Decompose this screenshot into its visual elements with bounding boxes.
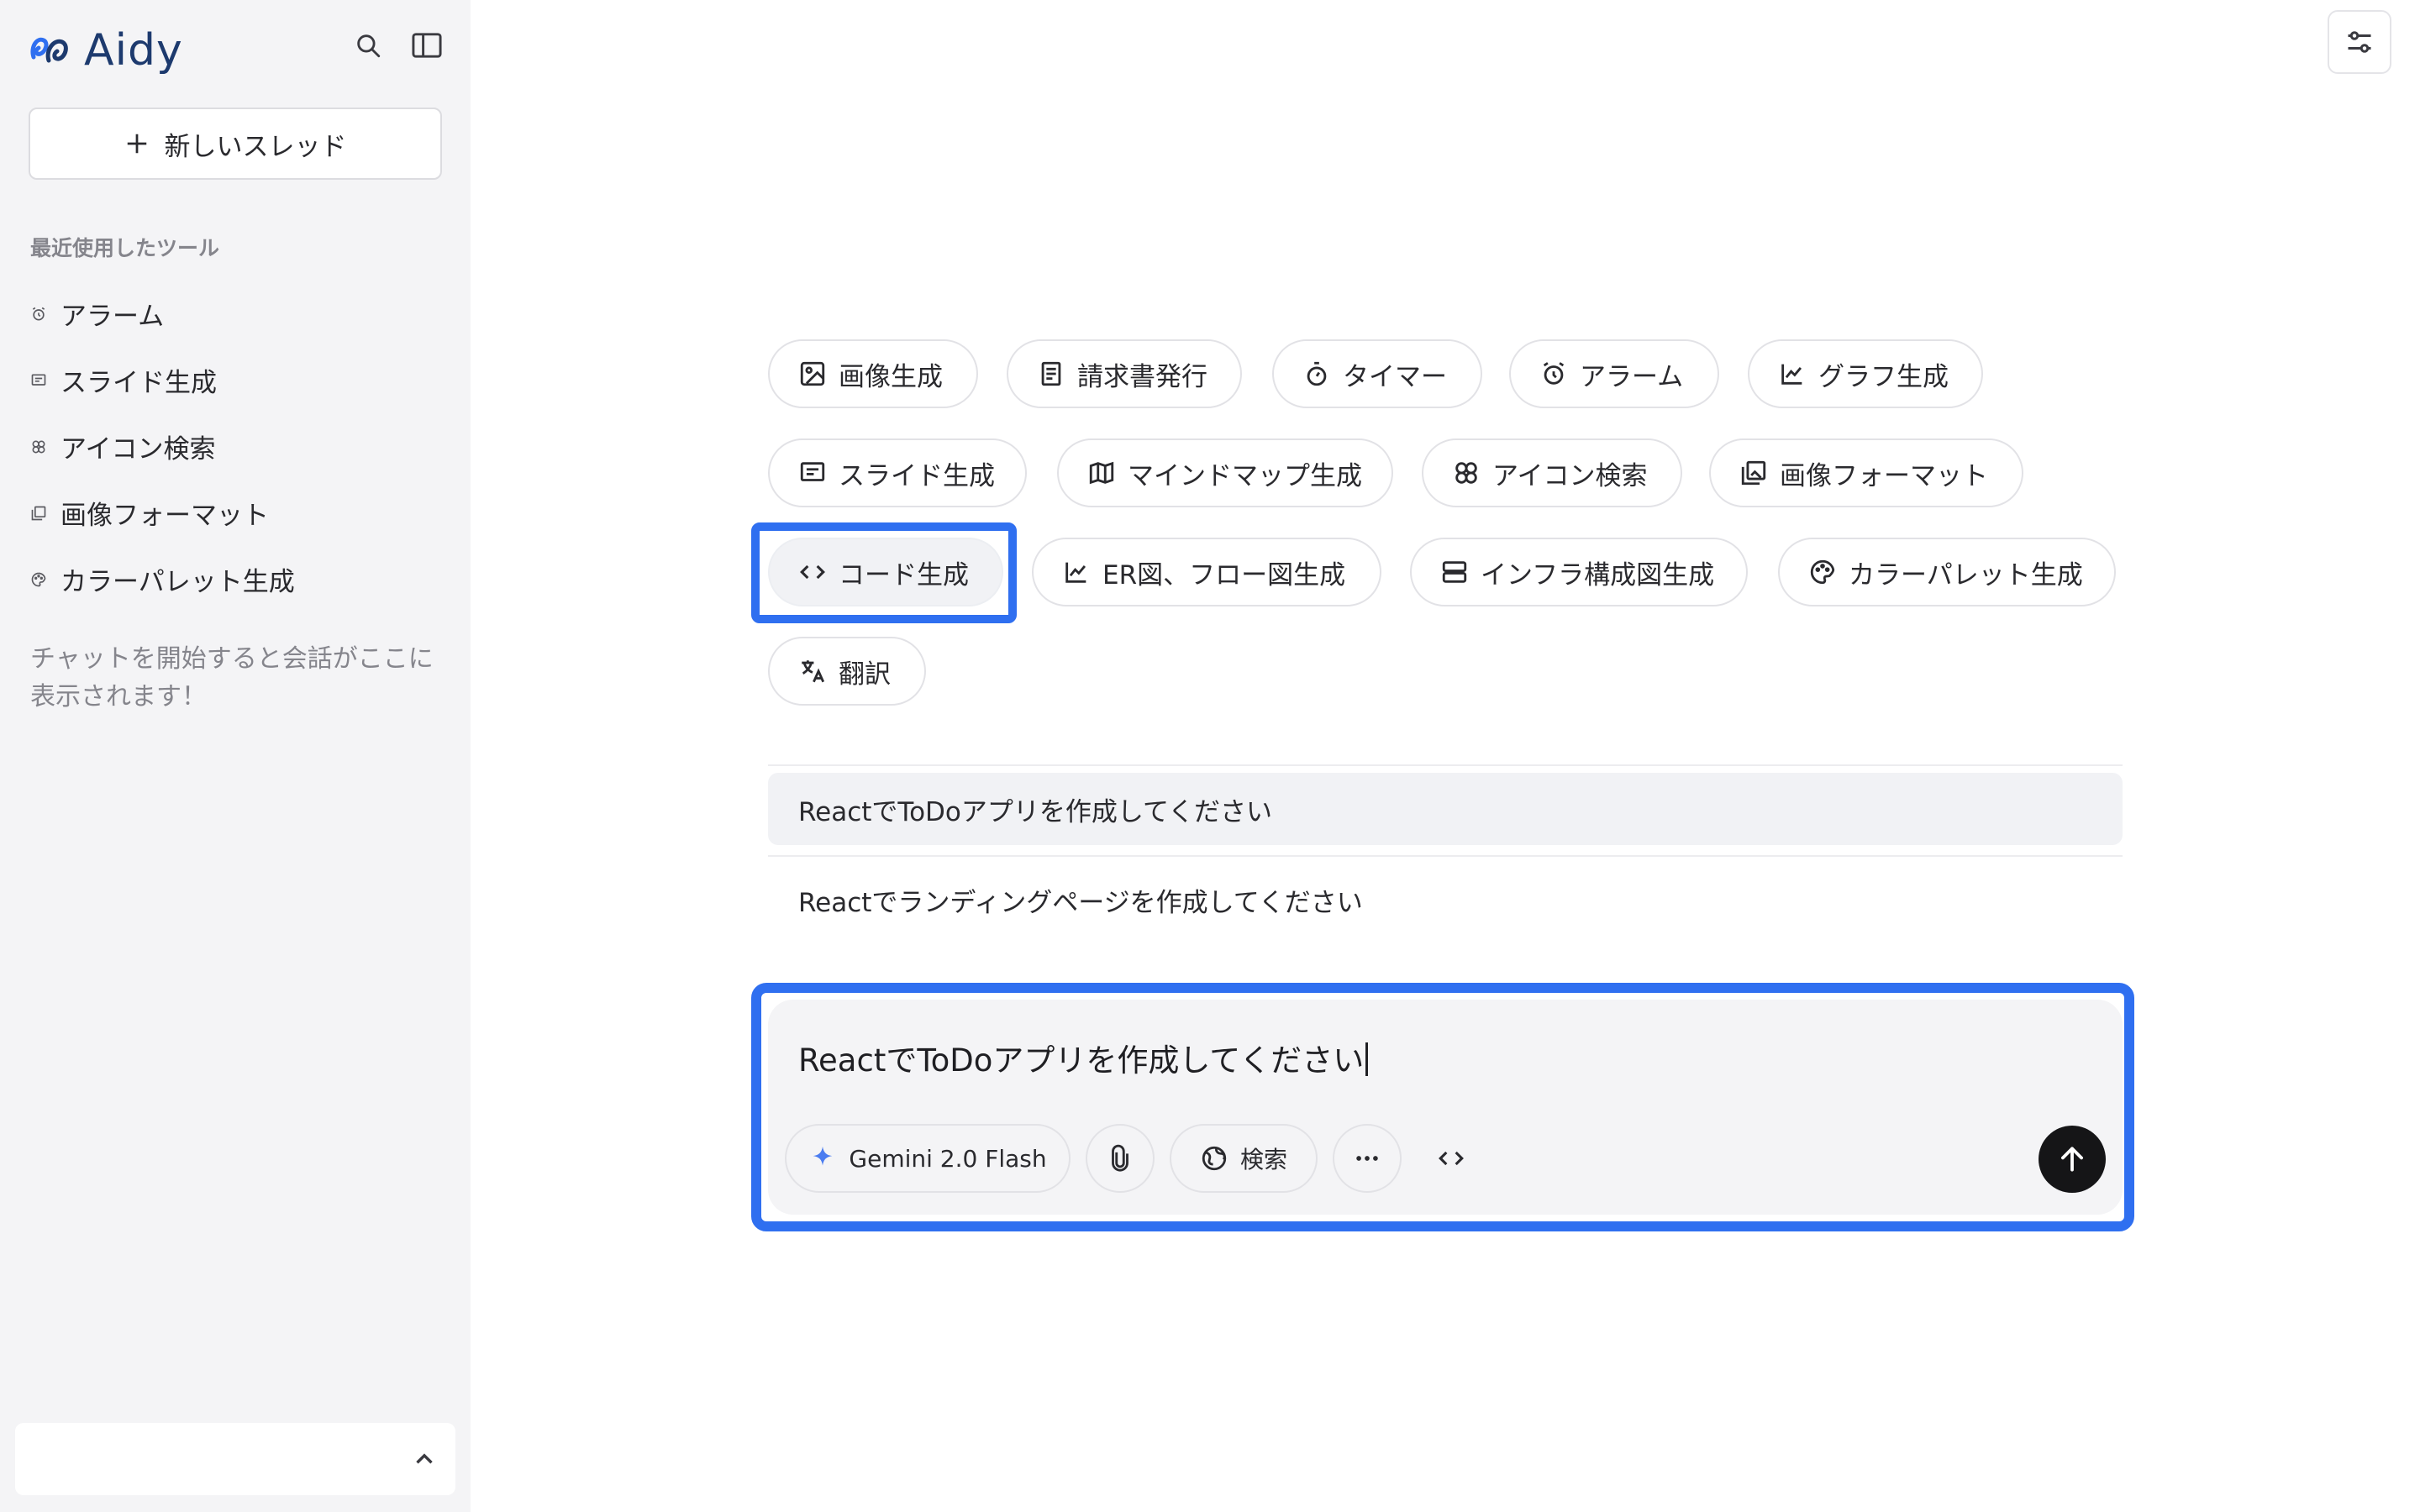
tool-chip-alarm[interactable]: アラーム (1509, 339, 1719, 408)
send-button[interactable] (2039, 1126, 2106, 1193)
text-caret (1365, 1042, 1369, 1076)
invoice-icon (1041, 361, 1061, 386)
image-format-icon (1741, 460, 1766, 486)
chat-composer[interactable]: ReactでToDoアプリを作成してください Gemini 2.0 Flash … (768, 1000, 2123, 1215)
settings-button[interactable] (2328, 10, 2391, 74)
tool-chip-infra[interactable]: インフラ構成図生成 (1410, 538, 1748, 606)
recent-item-label: アイコン検索 (60, 434, 216, 465)
divider (768, 855, 2123, 857)
search-label: 検索 (1239, 1146, 1287, 1173)
slide-icon (800, 462, 825, 481)
brand[interactable]: Aidy (29, 25, 183, 76)
tool-chip-label: インフラ構成図生成 (1481, 559, 1715, 591)
tool-chip-mindmap[interactable]: マインドマップ生成 (1057, 438, 1393, 507)
tool-chip-timer[interactable]: タイマー (1272, 339, 1482, 408)
tool-chip-slide[interactable]: スライド生成 (768, 438, 1027, 507)
app-name: Aidy (84, 25, 183, 76)
recent-item-label: スライド生成 (60, 368, 217, 398)
palette-icon (1810, 559, 1835, 585)
tool-chip-label: ER図、フロー図生成 (1102, 559, 1346, 591)
sliders-icon (2348, 31, 2371, 53)
tool-chip-icon-search[interactable]: アイコン検索 (1422, 438, 1682, 507)
model-label: Gemini 2.0 Flash (849, 1144, 1047, 1173)
timer-icon (1307, 361, 1327, 386)
tool-chip-label: 画像生成 (839, 361, 943, 392)
search-icon[interactable] (351, 29, 385, 62)
globe-icon (1202, 1146, 1227, 1171)
map-icon (1089, 461, 1114, 485)
tool-chip-label: アラーム (1580, 361, 1684, 392)
plus-icon (127, 134, 146, 154)
image-format-icon (31, 506, 46, 520)
tool-chip-er-flow[interactable]: ER図、フロー図生成 (1032, 538, 1381, 606)
alarm-icon (1543, 362, 1565, 385)
selection-highlight (751, 522, 1017, 623)
tool-chip-label: スライド生成 (839, 460, 995, 491)
tool-chip-label: 画像フォーマット (1780, 460, 1988, 491)
tool-chip-invoice[interactable]: 請求書発行 (1007, 339, 1242, 408)
tool-chip-translate[interactable]: 翻訳 (768, 637, 926, 706)
more-options-button[interactable] (1333, 1124, 1402, 1193)
alarm-icon (32, 307, 45, 320)
tool-chip-label: 請求書発行 (1077, 361, 1207, 392)
code-mode-button[interactable] (1417, 1124, 1486, 1193)
attach-button[interactable] (1086, 1124, 1155, 1193)
paperclip-icon (1112, 1144, 1128, 1172)
recent-item-alarm[interactable]: アラーム (30, 281, 295, 347)
server-icon (1442, 561, 1467, 583)
tool-chip-palette[interactable]: カラーパレット生成 (1778, 538, 2116, 606)
tool-chip-image-gen[interactable]: 画像生成 (768, 339, 978, 408)
web-search-button[interactable]: 検索 (1170, 1124, 1318, 1193)
suggestion-item[interactable]: ReactでToDoアプリを作成してください (768, 773, 2123, 845)
icon-search-icon (1455, 462, 1477, 484)
recent-tools-list: アラーム スライド生成 アイコン検索 画像フォーマット カラーパレット生成 (30, 281, 295, 612)
new-thread-label: 新しいスレッド (164, 131, 347, 162)
chart-icon (1065, 562, 1086, 583)
slide-icon (31, 374, 46, 386)
chart-icon (1781, 364, 1802, 385)
message-input[interactable]: ReactでToDoアプリを作成してください (798, 1035, 1369, 1080)
recent-item-label: 画像フォーマット (60, 501, 269, 531)
palette-icon (31, 572, 46, 586)
more-horizontal-icon (1356, 1156, 1378, 1161)
aidy-logo-icon (30, 37, 68, 63)
message-input-value: ReactでToDoアプリを作成してください (798, 1042, 1365, 1079)
divider (768, 764, 2123, 766)
tool-chip-label: マインドマップ生成 (1128, 460, 1362, 491)
sidebar: Aidy 新しいスレッド 最近使用したツール アラーム スライド生成 アイコン検… (0, 0, 471, 1512)
recent-item-slide[interactable]: スライド生成 (30, 347, 295, 413)
translate-icon (802, 660, 825, 683)
sidebar-toggle-icon[interactable] (410, 29, 444, 62)
tool-chip-image-format[interactable]: 画像フォーマット (1709, 438, 2023, 507)
recent-tools-title: 最近使用したツール (30, 236, 220, 260)
recent-item-label: アラーム (60, 302, 165, 332)
recent-item-palette[interactable]: カラーパレット生成 (30, 546, 295, 612)
image-icon (800, 361, 825, 386)
empty-chat-note: チャットを開始すると会話がここに表示されます！ (30, 644, 434, 711)
tool-chip-label: アイコン検索 (1492, 460, 1648, 491)
recent-item-image-format[interactable]: 画像フォーマット (30, 480, 295, 546)
tool-chip-label: グラフ生成 (1818, 361, 1949, 392)
suggestion-item[interactable]: Reactでランディングページを作成してください (768, 864, 2123, 936)
new-thread-button[interactable]: 新しいスレッド (29, 108, 442, 180)
icon-search-icon (32, 440, 45, 453)
tool-chip-label: タイマー (1343, 361, 1447, 392)
chevron-up-icon (416, 1453, 433, 1464)
tool-chip-label: 翻訳 (839, 659, 891, 690)
recent-item-icon-search[interactable]: アイコン検索 (30, 413, 295, 480)
account-menu[interactable] (15, 1423, 455, 1495)
model-selector-button[interactable]: Gemini 2.0 Flash (785, 1124, 1071, 1193)
recent-item-label: カラーパレット生成 (60, 567, 295, 597)
sparkle-icon (813, 1146, 833, 1166)
tool-chip-label: カラーパレット生成 (1849, 559, 2083, 591)
tool-chip-graph[interactable]: グラフ生成 (1748, 339, 1983, 408)
code-icon (1439, 1151, 1464, 1166)
arrow-up-icon (2061, 1147, 2083, 1172)
